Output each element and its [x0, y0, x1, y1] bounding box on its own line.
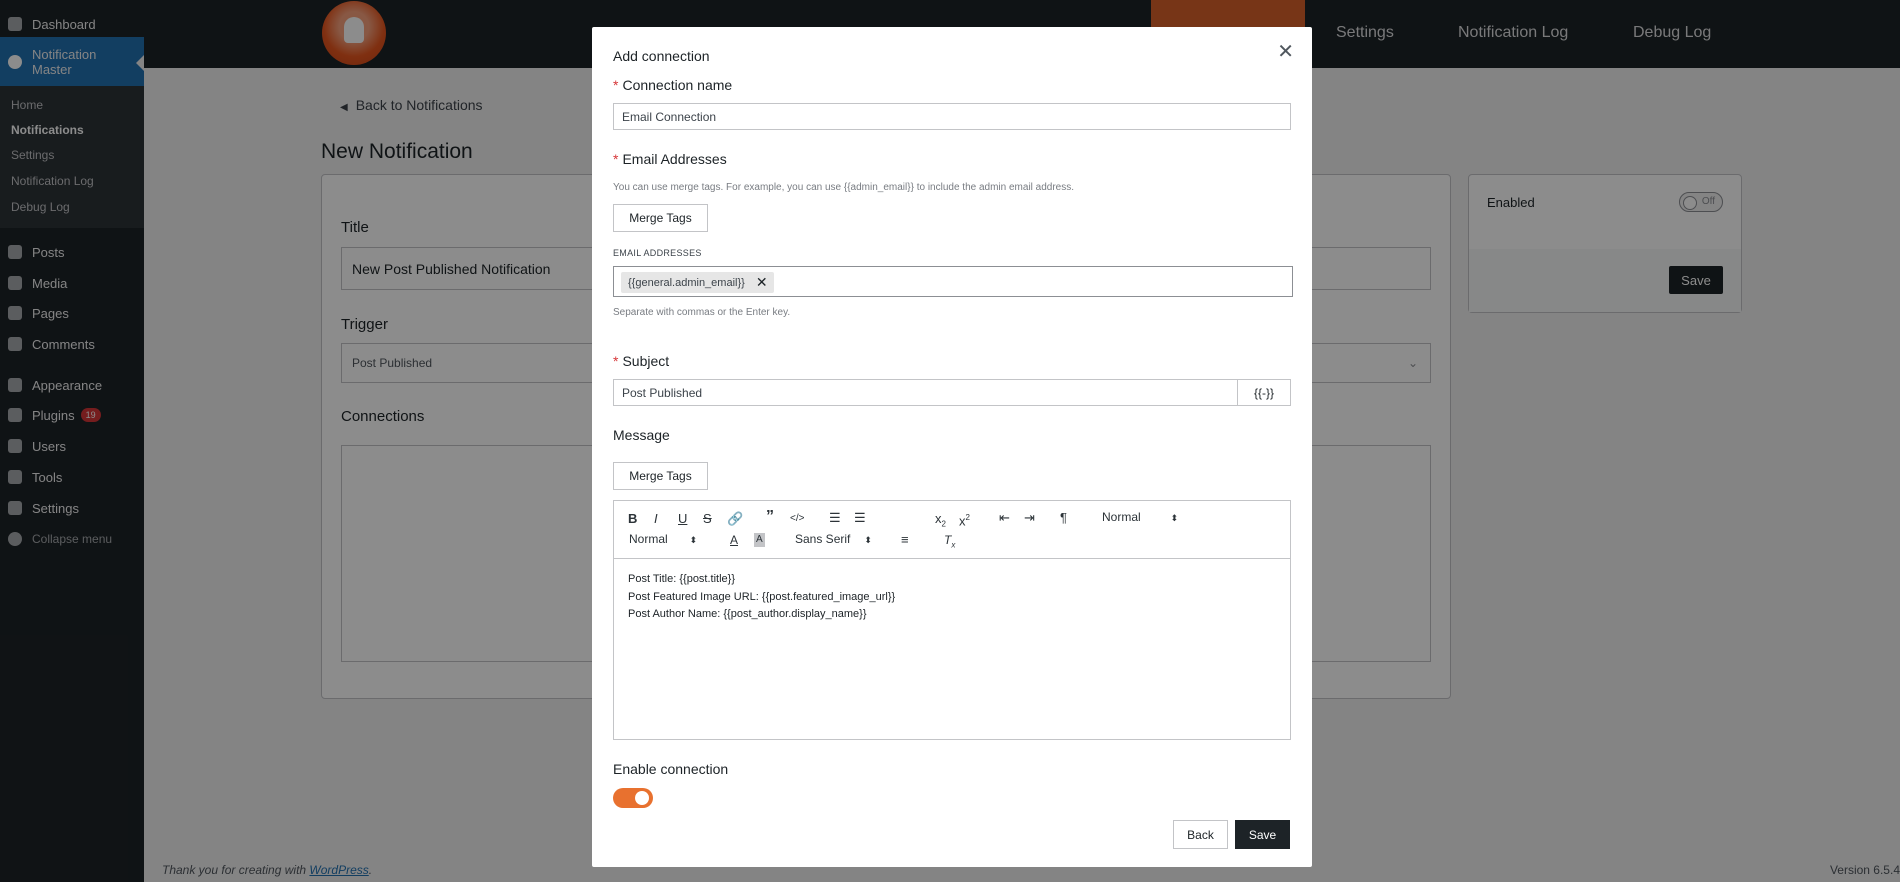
bullet-list-icon[interactable]: ☰ [854, 511, 866, 525]
required-marker: * [613, 353, 619, 369]
required-marker: * [613, 77, 619, 93]
bold-icon[interactable]: B [628, 512, 637, 526]
message-line: Post Featured Image URL: {{post.featured… [628, 590, 896, 603]
email-tag-chip-label: {{general.admin_email}} [628, 276, 745, 289]
email-addresses-label-text: Email Addresses [622, 151, 727, 167]
subject-label-text: Subject [622, 353, 670, 369]
email-tags-input[interactable]: {{general.admin_email}} ✕ [613, 266, 1293, 297]
blockquote-icon[interactable]: ” [766, 509, 774, 525]
add-connection-modal: Add connection ✕ * Connection name Email … [592, 27, 1312, 867]
strikethrough-icon[interactable]: S [703, 512, 712, 526]
subject-input[interactable]: Post Published [613, 379, 1238, 406]
enable-connection-toggle[interactable] [613, 788, 653, 808]
email-separator-help: Separate with commas or the Enter key. [613, 307, 791, 318]
subject-merge-tag-button[interactable]: {{-}} [1237, 379, 1291, 406]
message-merge-tags-button[interactable]: Merge Tags [613, 462, 708, 490]
message-label: Message [613, 427, 670, 443]
align-icon[interactable]: ≡ [901, 533, 909, 547]
editor-toolbar: B I U S 🔗 ” </> ☰ ☰ x2 x2 ⇤ ⇥ ¶ Normal ⬍ … [614, 501, 1290, 559]
size-select[interactable]: Normal ⬍ [629, 532, 697, 546]
message-line: Post Title: {{post.title}} [628, 573, 736, 585]
link-icon[interactable]: 🔗 [727, 512, 743, 526]
remove-tag-icon[interactable]: ✕ [756, 274, 768, 291]
subject-label: * Subject [613, 353, 669, 369]
code-block-icon[interactable]: </> [790, 512, 804, 526]
updown-icon: ⬍ [689, 535, 698, 545]
subscript-icon[interactable]: x2 [935, 512, 946, 532]
message-editor: B I U S 🔗 ” </> ☰ ☰ x2 x2 ⇤ ⇥ ¶ Normal ⬍ … [613, 500, 1291, 740]
modal-title: Add connection [613, 48, 710, 64]
header-select-value: Normal [1102, 510, 1141, 524]
size-select-value: Normal [629, 532, 668, 546]
background-color-icon[interactable]: A [754, 533, 765, 547]
underline-icon[interactable]: U [678, 512, 687, 526]
back-button[interactable]: Back [1173, 820, 1228, 849]
connection-name-label: * Connection name [613, 77, 732, 93]
superscript-icon[interactable]: x2 [959, 511, 970, 528]
font-select-value: Sans Serif [795, 532, 851, 546]
header-select[interactable]: Normal ⬍ [1102, 510, 1178, 524]
required-marker: * [613, 151, 619, 167]
email-tag-chip: {{general.admin_email}} ✕ [621, 272, 774, 293]
email-addresses-label: * Email Addresses [613, 151, 727, 167]
text-color-icon[interactable]: A [730, 533, 738, 547]
indent-icon[interactable]: ⇥ [1024, 511, 1035, 525]
ordered-list-icon[interactable]: ☰ [829, 511, 841, 525]
outdent-icon[interactable]: ⇤ [999, 511, 1010, 525]
email-addresses-small-label: EMAIL ADDRESSES [613, 248, 702, 258]
save-button[interactable]: Save [1235, 820, 1290, 849]
editor-content[interactable]: Post Title: {{post.title}} Post Featured… [628, 571, 895, 624]
enable-connection-label: Enable connection [613, 761, 729, 777]
updown-icon: ⬍ [1170, 513, 1179, 523]
italic-icon[interactable]: I [654, 512, 658, 526]
email-merge-tags-button[interactable]: Merge Tags [613, 204, 708, 232]
font-select[interactable]: Sans Serif ⬍ [795, 532, 872, 546]
message-line: Post Author Name: {{post_author.display_… [628, 608, 867, 620]
text-direction-icon[interactable]: ¶ [1060, 511, 1067, 525]
clear-formatting-icon[interactable]: Tx [944, 533, 955, 552]
close-icon[interactable]: ✕ [1277, 42, 1294, 62]
connection-name-input[interactable]: Email Connection [613, 103, 1291, 130]
updown-icon: ⬍ [864, 535, 872, 545]
connection-name-label-text: Connection name [622, 77, 733, 93]
email-help-text: You can use merge tags. For example, you… [613, 182, 1075, 193]
